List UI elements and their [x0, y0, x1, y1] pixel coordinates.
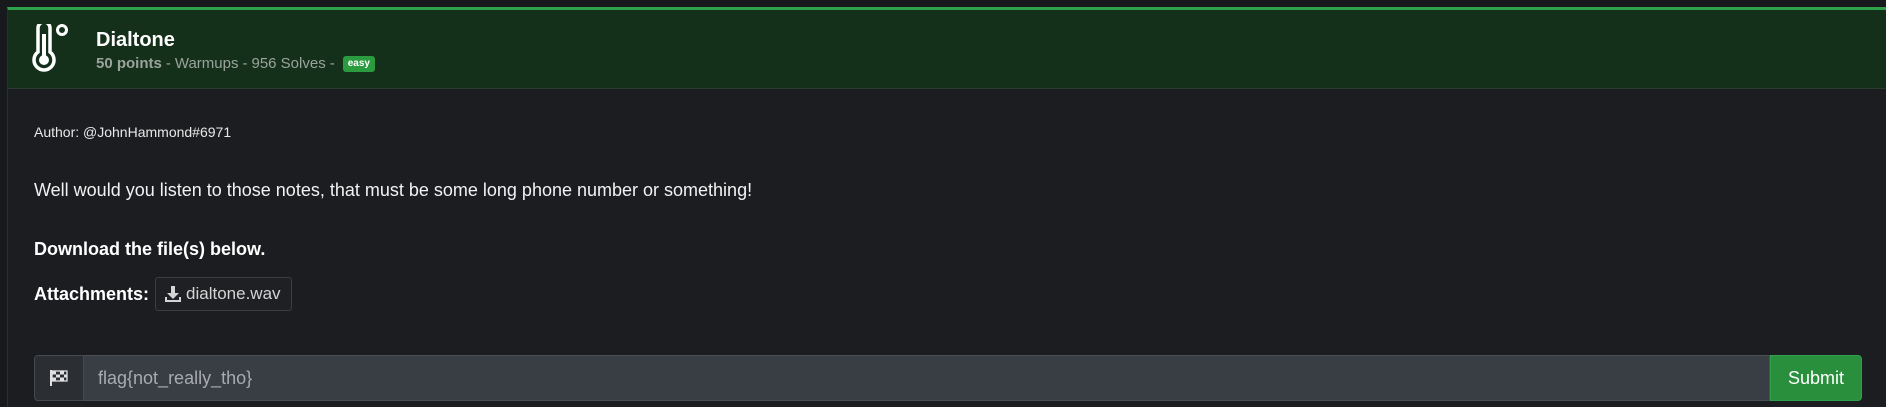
difficulty-badge: easy	[342, 55, 375, 72]
challenge-meta: 50 points - Warmups - 956 Solves - easy	[96, 55, 375, 72]
flag-addon	[34, 355, 84, 401]
challenge-description: Well would you listen to those notes, th…	[34, 180, 753, 200]
challenge-solves: 956 Solves	[251, 55, 326, 72]
download-note: Download the file(s) below.	[34, 239, 266, 259]
challenge-title: Dialtone	[96, 29, 175, 51]
download-icon	[165, 286, 182, 302]
challenge-header: Dialtone 50 points - Warmups - 956 Solve…	[8, 10, 1886, 89]
thermometer-icon	[32, 24, 68, 72]
flag-submit-form: Submit	[34, 355, 1862, 401]
challenge-category: Warmups	[174, 55, 239, 72]
challenge-card: Dialtone 50 points - Warmups - 956 Solve…	[7, 7, 1886, 407]
attachments-label: Attachments:	[34, 283, 150, 304]
challenge-author: Author: @JohnHammond#6971	[34, 124, 232, 140]
meta-separator: -	[242, 55, 248, 72]
checkered-flag-icon	[50, 370, 68, 386]
challenge-points: 50 points	[96, 55, 162, 72]
attachment-filename: dialtone.wav	[186, 284, 281, 303]
meta-separator: -	[329, 55, 335, 72]
flag-input[interactable]	[84, 355, 1770, 401]
submit-button[interactable]: Submit	[1770, 355, 1862, 401]
attachments-row: Attachments: dialtone.wav	[34, 277, 292, 311]
meta-separator: -	[165, 55, 171, 72]
attachment-download-button[interactable]: dialtone.wav	[155, 277, 292, 311]
